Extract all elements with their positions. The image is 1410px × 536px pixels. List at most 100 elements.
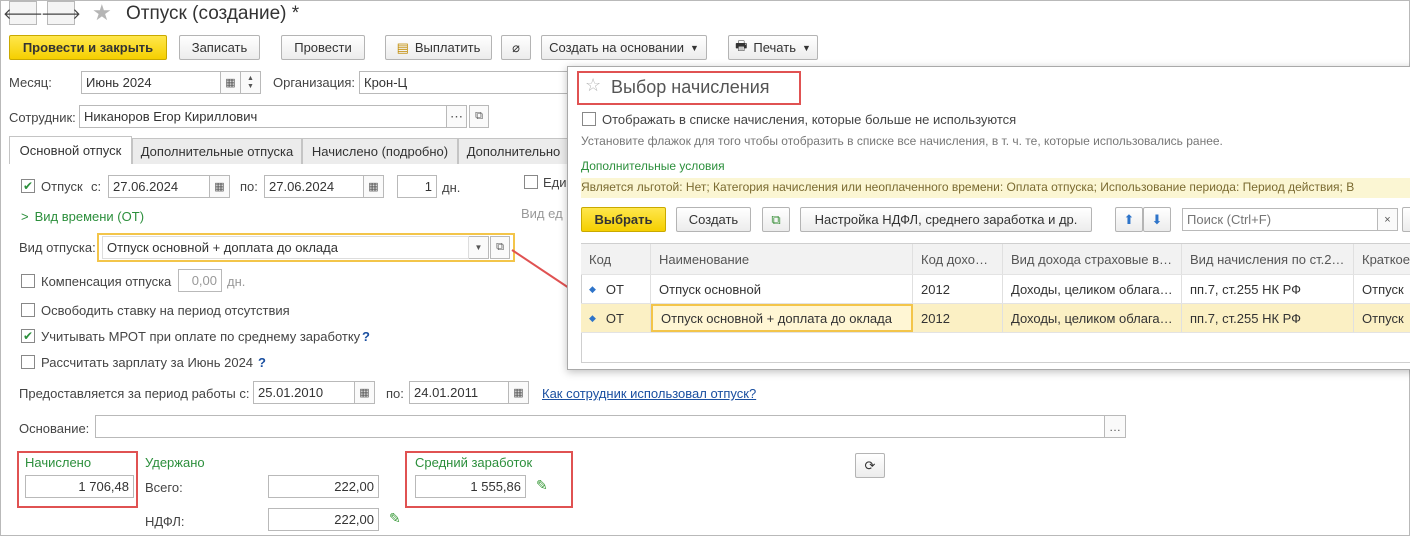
row-income-code: 2012 — [913, 304, 1003, 332]
calendar-icon[interactable]: ▦ — [355, 381, 375, 404]
column-header[interactable]: Краткое — [1354, 244, 1410, 274]
employee-field[interactable]: Никаноров Егор Кириллович — [79, 105, 447, 128]
mrot-label: Учитывать МРОТ при оплате по среднему за… — [41, 329, 361, 344]
days-field[interactable]: 1 — [397, 175, 437, 198]
dropdown-caret-icon[interactable]: ▼ — [469, 236, 489, 259]
save-button[interactable]: Записать — [179, 35, 260, 60]
pencil-icon[interactable]: ✎ — [389, 510, 401, 527]
move-down-button[interactable]: ⬇ — [1143, 207, 1171, 232]
column-header[interactable]: Вид дохода страховые в… — [1003, 244, 1182, 274]
compensation-field[interactable]: 0,00 — [178, 269, 222, 292]
column-header[interactable]: Вид начисления по ст.2… — [1182, 244, 1354, 274]
calendar-icon[interactable]: ▦ — [364, 175, 384, 198]
accrued-field: 1 706,48 — [25, 475, 134, 498]
table-row-selected[interactable]: ◆ ОТ Отпуск основной + доплата до оклада … — [581, 304, 1410, 333]
calc-salary-label: Рассчитать зарплату за Июнь 2024 — [41, 355, 254, 370]
unit-label: Еди — [543, 175, 567, 190]
column-header[interactable]: Код — [581, 244, 651, 274]
favorite-star-icon[interactable]: ★ — [92, 0, 112, 26]
row-code: ◆ ОТ — [581, 304, 651, 332]
vacation-type-field[interactable]: Отпуск основной + доплата до оклада — [102, 236, 469, 259]
pay-button[interactable]: ▤ Выплатить — [385, 35, 492, 60]
organization-field[interactable]: Крон-Ц — [359, 71, 569, 94]
create-button[interactable]: Создать — [676, 207, 751, 232]
total-label: Всего: — [145, 480, 183, 495]
vacation-to-field[interactable]: 27.06.2024 — [264, 175, 364, 198]
to-label: по: — [240, 179, 258, 194]
period-from-field[interactable]: 25.01.2010 — [253, 381, 355, 404]
tab-accrued-detailed[interactable]: Начислено (подробно) — [302, 138, 458, 164]
period-label: Предоставляется за период работы с: — [19, 386, 250, 401]
select-button[interactable]: Выбрать — [581, 207, 666, 232]
row-code-text: ОТ — [605, 310, 624, 326]
select-button[interactable]: … — [1105, 415, 1126, 438]
row-short: Отпуск — [1362, 310, 1404, 326]
free-rate-checkbox[interactable] — [21, 303, 35, 317]
post-and-close-button[interactable]: Провести и закрыть — [9, 35, 167, 60]
average-earnings-field: 1 555,86 — [415, 475, 526, 498]
calendar-icon[interactable]: ▦ — [221, 71, 241, 94]
open-icon[interactable]: ⧉ — [469, 105, 489, 128]
month-spinner[interactable]: ▲ ▼ — [241, 71, 261, 94]
free-rate-label: Освободить ставку на период отсутствия — [41, 303, 290, 318]
star-icon[interactable]: ☆ — [585, 75, 601, 96]
employee-label: Сотрудник: — [9, 110, 76, 125]
chevron-right-icon: > — [21, 209, 29, 224]
vacation-label: Отпуск — [41, 179, 83, 194]
ndfl-settings-button[interactable]: Настройка НДФЛ, среднего заработка и др. — [800, 207, 1092, 232]
show-unused-checkbox[interactable] — [582, 112, 596, 126]
vacation-usage-link[interactable]: Как сотрудник использовал отпуск? — [542, 386, 756, 401]
back-button[interactable]: 🡐 — [3, 1, 43, 25]
unit-checkbox[interactable] — [524, 175, 538, 189]
create-based-button[interactable]: Создать на основании ▼ — [541, 35, 707, 60]
row-accrual-kind: пп.7, ст.255 НК РФ — [1182, 304, 1354, 332]
pay-label: Выплатить — [414, 40, 481, 55]
table-row[interactable]: ◆ ОТ Отпуск основной 2012 Доходы, целиком… — [581, 275, 1410, 304]
column-header[interactable]: Наименование — [651, 244, 913, 274]
move-up-button[interactable]: ⬆ — [1115, 207, 1143, 232]
arrow-down-icon: ⬇ — [1151, 211, 1163, 227]
tab-additional[interactable]: Дополнительно — [458, 138, 569, 164]
mrot-checkbox[interactable]: ✔ — [21, 329, 35, 343]
ndfl-label: НДФЛ: — [145, 514, 185, 529]
refresh-button[interactable]: ⟳ — [855, 453, 885, 478]
vacation-from-field[interactable]: 27.06.2024 — [108, 175, 210, 198]
search-input[interactable] — [1182, 208, 1378, 231]
vacation-checkbox[interactable]: ✔ — [21, 179, 35, 193]
print-label: Печать — [753, 40, 796, 55]
organization-label: Организация: — [273, 75, 356, 90]
extra-conditions-title: Дополнительные условия — [581, 159, 725, 173]
period-to-field[interactable]: 24.01.2011 — [409, 381, 509, 404]
compensation-checkbox[interactable] — [21, 274, 35, 288]
attach-button[interactable]: ⌀ — [501, 35, 531, 60]
post-button[interactable]: Провести — [281, 35, 365, 60]
more-button[interactable]: ⋮ — [1402, 207, 1410, 232]
paperclip-icon: ⌀ — [512, 39, 520, 55]
month-label: Месяц: — [9, 75, 52, 90]
row-income-type: Доходы, целиком облага… — [1003, 275, 1182, 303]
row-name: Отпуск основной + доплата до оклада — [651, 304, 913, 332]
time-type-toggle[interactable]: > Вид времени (ОТ) — [21, 209, 144, 224]
grid-header: Код Наименование Код дохо… Вид дохода ст… — [581, 244, 1410, 275]
mrot-help-icon[interactable]: ? — [362, 329, 370, 344]
create-based-label: Создать на основании — [549, 40, 684, 55]
select-accrual-popup: ☆ Выбор начисления Отображать в списке н… — [567, 66, 1410, 370]
compensation-unit: дн. — [227, 274, 246, 289]
copy-button[interactable]: ⧉ — [762, 207, 790, 232]
calc-salary-help-icon[interactable]: ? — [258, 355, 266, 370]
dropdown-button[interactable]: ⋯ — [447, 105, 467, 128]
calendar-icon[interactable]: ▦ — [509, 381, 529, 404]
column-header[interactable]: Код дохо… — [913, 244, 1003, 274]
calc-salary-checkbox[interactable] — [21, 355, 35, 369]
calendar-icon[interactable]: ▦ — [210, 175, 230, 198]
days-unit: дн. — [442, 180, 461, 195]
tab-main-vacation[interactable]: Основной отпуск — [9, 136, 132, 164]
pencil-icon[interactable]: ✎ — [536, 477, 548, 494]
tab-additional-vacations[interactable]: Дополнительные отпуска — [132, 138, 302, 164]
print-button[interactable]: 🖶 Печать ▼ — [728, 35, 818, 60]
forward-button[interactable]: 🡒 — [41, 1, 81, 25]
month-field[interactable]: Июнь 2024 — [81, 71, 221, 94]
basis-field[interactable] — [95, 415, 1105, 438]
document-icon: ▤ — [396, 39, 409, 55]
clear-search-icon[interactable]: × — [1378, 208, 1398, 231]
